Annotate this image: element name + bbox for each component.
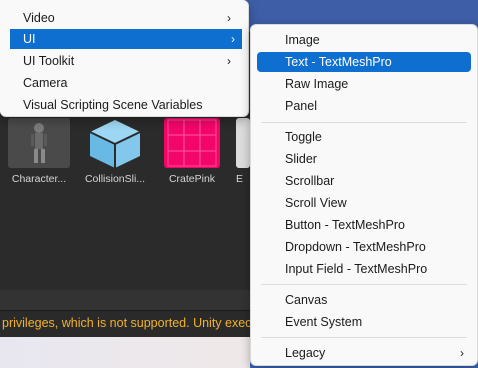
menu-item-label: Slider bbox=[285, 152, 317, 166]
submenu-item-button-textmeshpro[interactable]: Button - TextMeshPro bbox=[257, 215, 471, 235]
submenu-item-scroll-view[interactable]: Scroll View bbox=[257, 193, 471, 213]
menu-item-label: Legacy bbox=[285, 346, 326, 360]
submenu-item-dropdown-textmeshpro[interactable]: Dropdown - TextMeshPro bbox=[257, 237, 471, 257]
menu-item-label: Panel bbox=[285, 99, 317, 113]
character-prefab-icon bbox=[8, 118, 70, 168]
submenu-item-input-field-textmeshpro[interactable]: Input Field - TextMeshPro bbox=[257, 259, 471, 279]
menu-item-label: UI Toolkit bbox=[23, 54, 75, 68]
asset-crate-pink[interactable]: CratePink bbox=[164, 118, 220, 185]
menu-item-label: Button - TextMeshPro bbox=[285, 218, 405, 232]
submenu-item-slider[interactable]: Slider bbox=[257, 149, 471, 169]
asset-collision-slider[interactable]: CollisionSli... bbox=[84, 118, 146, 185]
menu-item-ui[interactable]: UI › bbox=[10, 29, 242, 49]
submenu-item-toggle[interactable]: Toggle bbox=[257, 127, 471, 147]
submenu-item-text-textmeshpro[interactable]: Text - TextMeshPro bbox=[257, 52, 471, 72]
menu-separator bbox=[261, 122, 467, 123]
menu-separator bbox=[261, 284, 467, 285]
ui-submenu: Image Text - TextMeshPro Raw Image Panel… bbox=[250, 24, 478, 366]
asset-character[interactable]: Character... bbox=[8, 118, 70, 185]
menu-item-label: UI bbox=[23, 32, 36, 46]
console-warning-row[interactable]: privileges, which is not supported. Unit… bbox=[0, 310, 252, 337]
menu-item-camera[interactable]: Camera bbox=[10, 73, 238, 93]
submenu-item-panel[interactable]: Panel bbox=[257, 96, 471, 116]
asset-label: CollisionSli... bbox=[84, 173, 146, 185]
menu-item-label: Raw Image bbox=[285, 77, 349, 91]
chevron-right-icon: › bbox=[227, 11, 231, 25]
console-toolbar bbox=[0, 290, 250, 310]
menu-item-label: Image bbox=[285, 33, 320, 47]
submenu-item-legacy[interactable]: Legacy › bbox=[257, 343, 471, 363]
submenu-item-scrollbar[interactable]: Scrollbar bbox=[257, 171, 471, 191]
menu-item-label: Canvas bbox=[285, 293, 328, 307]
asset-e[interactable]: E bbox=[236, 118, 250, 185]
menu-item-label: Scrollbar bbox=[285, 174, 335, 188]
chevron-right-icon: › bbox=[231, 32, 235, 46]
menu-item-label: Text - TextMeshPro bbox=[285, 55, 392, 69]
pink-crate-icon bbox=[164, 118, 220, 168]
menu-item-label: Toggle bbox=[285, 130, 322, 144]
console-warning-text: privileges, which is not supported. Unit… bbox=[2, 316, 252, 330]
prefab-icon bbox=[236, 118, 250, 168]
submenu-item-raw-image[interactable]: Raw Image bbox=[257, 74, 471, 94]
submenu-item-canvas[interactable]: Canvas bbox=[257, 290, 471, 310]
asset-label: E bbox=[236, 173, 244, 185]
menu-item-label: Video bbox=[23, 11, 55, 25]
asset-label: Character... bbox=[11, 173, 67, 185]
menu-item-label: Event System bbox=[285, 315, 363, 329]
asset-label: CratePink bbox=[168, 173, 216, 185]
menu-item-ui-toolkit[interactable]: UI Toolkit › bbox=[10, 51, 238, 71]
chevron-right-icon: › bbox=[460, 346, 464, 360]
cube-icon bbox=[84, 118, 146, 168]
chevron-right-icon: › bbox=[227, 54, 231, 68]
menu-item-video[interactable]: Video › bbox=[10, 8, 238, 28]
menu-item-label: Dropdown - TextMeshPro bbox=[285, 240, 426, 254]
submenu-item-image[interactable]: Image bbox=[257, 30, 471, 50]
menu-item-label: Visual Scripting Scene Variables bbox=[23, 98, 203, 112]
gameobject-menu: Video › UI › UI Toolkit › Camera Visual … bbox=[0, 0, 249, 117]
menu-item-visual-scripting-scene-variables[interactable]: Visual Scripting Scene Variables bbox=[10, 95, 238, 115]
menu-item-label: Input Field - TextMeshPro bbox=[285, 262, 428, 276]
menu-item-label: Scroll View bbox=[285, 196, 347, 210]
menu-item-label: Camera bbox=[23, 76, 68, 90]
submenu-item-event-system[interactable]: Event System bbox=[257, 312, 471, 332]
menu-separator bbox=[261, 337, 467, 338]
status-bar bbox=[0, 337, 250, 368]
